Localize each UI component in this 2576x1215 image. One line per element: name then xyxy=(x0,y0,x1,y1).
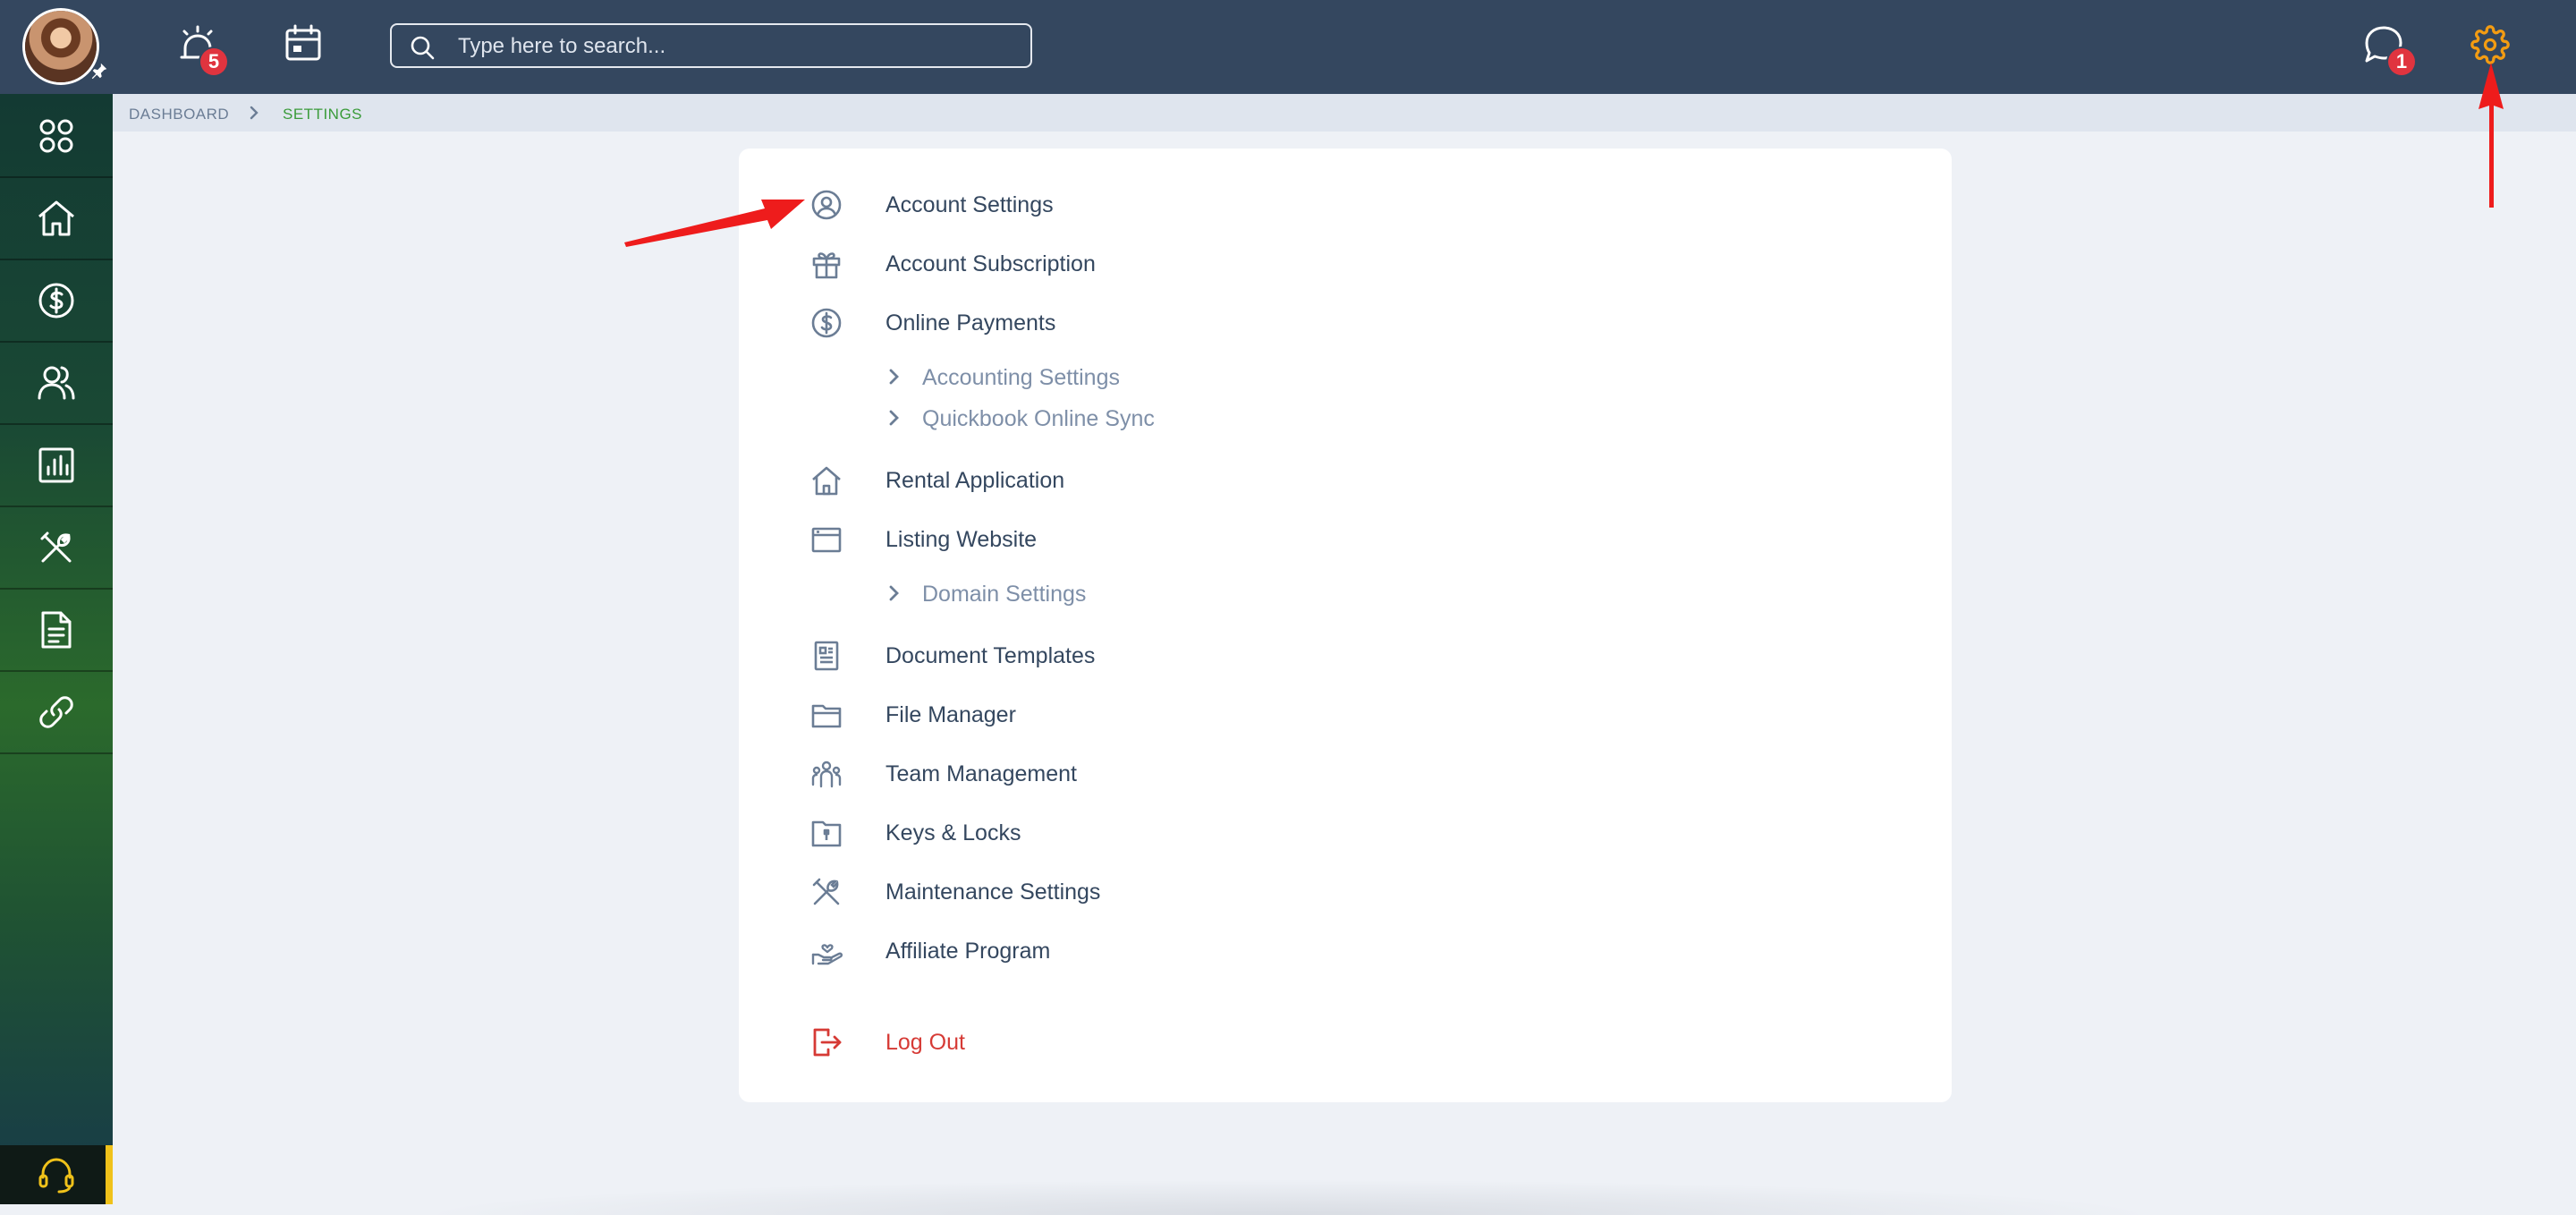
hand-heart-icon xyxy=(810,935,844,967)
search-icon xyxy=(411,36,435,60)
messages-badge: 1 xyxy=(2388,48,2415,75)
breadcrumb-settings: SETTINGS xyxy=(283,106,363,123)
menu-item-online-payments[interactable]: Online Payments xyxy=(739,305,1275,341)
tools-icon xyxy=(40,531,72,563)
folder-icon xyxy=(810,699,843,731)
menu-label: Document Templates xyxy=(886,643,1096,668)
notifications-badge: 5 xyxy=(200,48,227,75)
sidebar-item-reports[interactable] xyxy=(0,425,113,507)
headset-icon xyxy=(38,1158,74,1194)
support-button[interactable] xyxy=(0,1145,113,1204)
menu-item-account-subscription[interactable]: Account Subscription xyxy=(739,246,1275,282)
submenu-label: Domain Settings xyxy=(922,582,1087,607)
submenu-item-accounting-settings[interactable]: Accounting Settings xyxy=(739,361,1275,394)
support-accent-bar xyxy=(106,1145,113,1204)
home-icon xyxy=(38,200,74,236)
document-icon xyxy=(41,611,72,649)
chart-icon xyxy=(38,447,74,483)
people-icon xyxy=(38,366,75,400)
chevron-right-icon xyxy=(247,105,261,121)
breadcrumb-dashboard[interactable]: DASHBOARD xyxy=(129,106,229,123)
menu-item-file-manager[interactable]: File Manager xyxy=(739,697,1275,733)
sidebar-item-payments[interactable] xyxy=(0,260,113,343)
menu-label: Rental Application xyxy=(886,468,1065,493)
menu-item-keys-locks[interactable]: Keys & Locks xyxy=(739,815,1275,851)
pin-icon xyxy=(89,61,109,81)
dollar-circle-icon xyxy=(810,307,843,339)
submenu-item-domain-settings[interactable]: Domain Settings xyxy=(739,578,1275,610)
key-folder-icon xyxy=(810,817,843,849)
user-circle-icon xyxy=(810,189,843,221)
sidebar-item-links[interactable] xyxy=(0,672,113,754)
search-bar[interactable] xyxy=(390,23,1032,68)
menu-item-log-out[interactable]: Log Out xyxy=(739,1024,1275,1060)
menu-item-rental-application[interactable]: Rental Application xyxy=(739,463,1275,498)
sidebar-item-apps[interactable] xyxy=(0,96,113,178)
chevron-right-icon xyxy=(887,367,902,387)
sidebar-item-people[interactable] xyxy=(0,343,113,425)
user-avatar[interactable] xyxy=(25,11,97,82)
logout-icon xyxy=(810,1026,843,1058)
menu-item-maintenance-settings[interactable]: Maintenance Settings xyxy=(739,874,1275,910)
submenu-label: Accounting Settings xyxy=(922,365,1120,390)
settings-gear-icon[interactable] xyxy=(2470,25,2510,64)
menu-label: Listing Website xyxy=(886,527,1038,552)
sidebar-item-maintenance[interactable] xyxy=(0,507,113,590)
house-icon xyxy=(810,464,843,497)
menu-label: Maintenance Settings xyxy=(886,879,1101,905)
tools-icon xyxy=(810,876,843,908)
menu-label: Online Payments xyxy=(886,310,1056,336)
menu-label: Account Settings xyxy=(886,192,1054,217)
menu-label: Affiliate Program xyxy=(886,939,1051,964)
dollar-icon xyxy=(38,283,74,319)
sidebar-item-documents[interactable] xyxy=(0,590,113,672)
top-bar: 5 1 xyxy=(0,0,2576,94)
submenu-label: Quickbook Online Sync xyxy=(922,406,1155,431)
apps-icon xyxy=(39,119,73,153)
sidebar-item-home[interactable] xyxy=(0,178,113,260)
team-icon xyxy=(810,758,843,790)
menu-label: File Manager xyxy=(886,702,1016,727)
breadcrumb: DASHBOARD SETTINGS xyxy=(113,94,2576,132)
document-template-icon xyxy=(810,640,843,672)
submenu-item-quickbook-sync[interactable]: Quickbook Online Sync xyxy=(739,403,1275,435)
menu-item-account-settings[interactable]: Account Settings xyxy=(739,187,1275,223)
chevron-right-icon xyxy=(887,583,902,603)
menu-item-team-management[interactable]: Team Management xyxy=(739,756,1275,792)
sidebar xyxy=(0,94,113,1204)
menu-label: Account Subscription xyxy=(886,251,1096,276)
link-icon xyxy=(39,696,73,728)
gift-icon xyxy=(810,248,843,280)
menu-item-affiliate-program[interactable]: Affiliate Program xyxy=(739,933,1275,969)
chevron-right-icon xyxy=(887,408,902,428)
menu-label: Keys & Locks xyxy=(886,820,1021,845)
menu-label: Log Out xyxy=(886,1030,965,1055)
browser-window-icon xyxy=(810,523,843,556)
menu-item-listing-website[interactable]: Listing Website xyxy=(739,522,1275,557)
calendar-icon[interactable] xyxy=(283,23,324,64)
settings-menu-card: Account Settings Account Subscription On… xyxy=(739,149,1952,1102)
bottom-shadow xyxy=(411,1179,2165,1215)
search-input[interactable] xyxy=(456,32,1014,61)
menu-item-document-templates[interactable]: Document Templates xyxy=(739,638,1275,674)
menu-label: Team Management xyxy=(886,761,1078,786)
